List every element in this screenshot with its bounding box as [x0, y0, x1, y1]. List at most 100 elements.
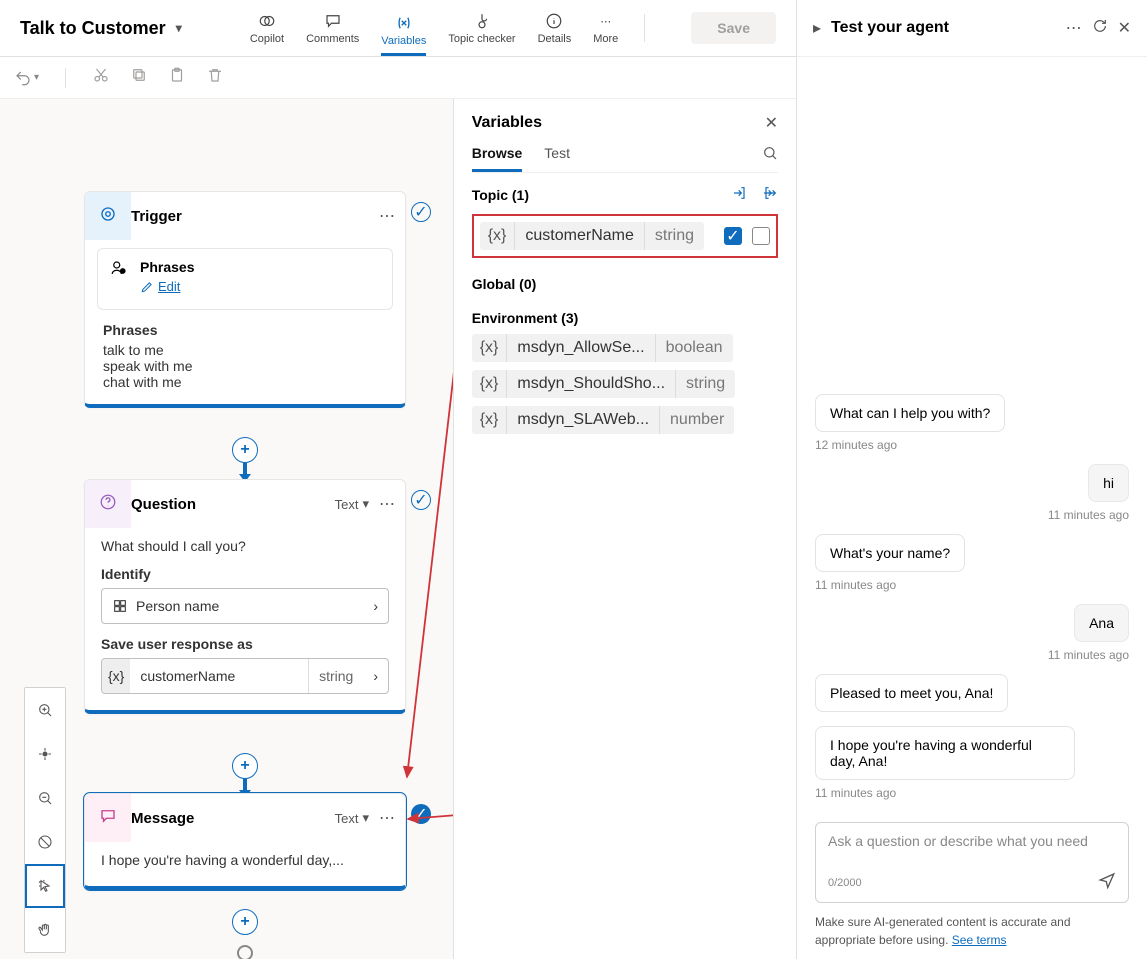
save-as-field[interactable]: {x} customerName string ›	[101, 658, 389, 694]
search-icon[interactable]	[762, 145, 778, 172]
phrases-icon	[110, 259, 128, 282]
undo-button[interactable]: ▾	[14, 69, 39, 87]
return-checkbox[interactable]	[752, 227, 770, 245]
delete-icon[interactable]	[206, 66, 224, 89]
pointer-tool[interactable]	[25, 864, 65, 908]
variables-panel-title: Variables	[472, 114, 542, 132]
phrases-subcard[interactable]: Phrases Edit	[97, 248, 393, 310]
close-icon[interactable]: ✕	[765, 113, 778, 133]
env-section-header: Environment (3)	[472, 310, 778, 326]
save-button[interactable]: Save	[691, 12, 776, 44]
trigger-icon	[99, 205, 117, 228]
variable-icon: {x}	[480, 222, 516, 250]
chevron-down-icon: ▾	[176, 21, 182, 35]
copilot-icon	[257, 11, 277, 31]
identify-field[interactable]: Person name ›	[101, 588, 389, 624]
details-icon	[544, 11, 564, 31]
question-menu[interactable]: ⋯	[369, 494, 405, 514]
toolbar-variables[interactable]: Variables	[381, 13, 426, 56]
chat-input[interactable]: Ask a question or describe what you need…	[815, 822, 1129, 903]
trigger-node[interactable]: ✓ Trigger ⋯ Phrases Edit Phrases talk to…	[84, 191, 406, 408]
message-body: I hope you're having a wonderful day,...	[101, 852, 389, 868]
message-type[interactable]: Text ▾	[335, 810, 369, 826]
message-node[interactable]: ✓ Message Text ▾ ⋯ I hope you're having …	[84, 793, 406, 890]
test-panel: ▸ Test your agent ⋯ ✕ What can I help yo…	[797, 0, 1147, 959]
variable-icon: {x}	[472, 334, 508, 362]
zoom-in-button[interactable]	[25, 688, 65, 732]
add-node-button[interactable]: +	[232, 909, 258, 935]
caret-right-icon[interactable]: ▸	[813, 18, 821, 38]
pan-tool[interactable]	[25, 908, 65, 952]
chevron-right-icon: ›	[373, 598, 378, 614]
topic-section-header: Topic (1)	[472, 187, 529, 203]
message-icon	[99, 807, 117, 830]
topic-title-text: Talk to Customer	[20, 18, 166, 39]
paste-icon[interactable]	[168, 66, 186, 89]
question-prompt: What should I call you?	[101, 538, 389, 554]
node-status-icon: ✓	[411, 804, 431, 824]
chat-area: What can I help you with? 12 minutes ago…	[797, 57, 1147, 812]
topbar: Talk to Customer ▾ Copilot Comments Vari…	[0, 0, 796, 57]
bot-message: Pleased to meet you, Ana!	[815, 674, 1008, 712]
char-count: 0/2000	[828, 877, 862, 889]
canvas-tool-palette	[24, 687, 66, 953]
close-icon[interactable]: ✕	[1118, 18, 1131, 38]
variable-icon: {x}	[472, 406, 508, 434]
variables-icon	[394, 13, 414, 33]
toolbar-comments[interactable]: Comments	[306, 11, 359, 45]
node-status-icon: ✓	[411, 202, 431, 222]
flow-end-icon	[237, 945, 253, 959]
phrases-preview: Phrases talk to me speak with me chat wi…	[103, 322, 387, 390]
send-icon[interactable]	[1098, 871, 1116, 894]
global-section-header: Global (0)	[472, 276, 778, 292]
refresh-icon[interactable]	[1092, 18, 1108, 39]
toolbar-details[interactable]: Details	[538, 11, 572, 45]
env-variable-row[interactable]: {x} msdyn_AllowSe... boolean	[472, 334, 778, 362]
toolbar-copilot[interactable]: Copilot	[250, 11, 284, 45]
env-variable-row[interactable]: {x} msdyn_SLAWeb... number	[472, 406, 778, 434]
bot-message: What's your name?	[815, 534, 965, 572]
variable-icon: {x}	[472, 370, 508, 398]
footer-disclaimer: Make sure AI-generated content is accura…	[797, 913, 1147, 959]
question-type[interactable]: Text ▾	[335, 496, 369, 512]
flow-canvas[interactable]: ✓ Trigger ⋯ Phrases Edit Phrases talk to…	[0, 99, 453, 959]
return-values-icon[interactable]	[762, 185, 778, 204]
user-message: Ana	[1074, 604, 1129, 642]
toolbar-topic-checker[interactable]: Topic checker	[448, 11, 515, 45]
trigger-menu[interactable]: ⋯	[369, 206, 405, 226]
cut-icon[interactable]	[92, 66, 110, 89]
zoom-out-button[interactable]	[25, 776, 65, 820]
add-node-button[interactable]: +	[232, 753, 258, 779]
question-title: Question	[131, 496, 335, 513]
bot-message: I hope you're having a wonderful day, An…	[815, 726, 1075, 780]
topic-checker-icon	[472, 11, 492, 31]
variable-icon: {x}	[102, 659, 130, 693]
question-node[interactable]: ✓ Question Text ▾ ⋯ What should I call y…	[84, 479, 406, 714]
edit-phrases-link[interactable]: Edit	[140, 279, 180, 294]
topic-title[interactable]: Talk to Customer ▾	[20, 18, 182, 39]
chat-placeholder: Ask a question or describe what you need	[828, 833, 1116, 871]
message-menu[interactable]: ⋯	[369, 808, 405, 828]
fit-button[interactable]	[25, 732, 65, 776]
receive-checkbox[interactable]: ✓	[724, 227, 742, 245]
reset-button[interactable]	[25, 820, 65, 864]
question-icon	[99, 493, 117, 516]
bot-message: What can I help you with?	[815, 394, 1005, 432]
variables-panel: Variables ✕ Browse Test Topic (1) {x} cu…	[453, 99, 796, 959]
tab-test[interactable]: Test	[544, 145, 570, 172]
add-node-button[interactable]: +	[232, 437, 258, 463]
copy-icon[interactable]	[130, 66, 148, 89]
toolbar: Copilot Comments Variables Topic checker…	[250, 11, 776, 45]
more-icon[interactable]: ⋯	[1066, 18, 1082, 38]
comments-icon	[323, 11, 343, 31]
action-row: ▾	[0, 57, 796, 99]
env-variable-row[interactable]: {x} msdyn_ShouldSho... string	[472, 370, 778, 398]
receive-values-icon[interactable]	[732, 185, 748, 204]
tab-browse[interactable]: Browse	[472, 145, 523, 172]
topic-variable-row[interactable]: {x} customerName string ✓	[472, 214, 778, 258]
test-panel-title: Test your agent	[831, 19, 1056, 37]
chevron-right-icon: ›	[363, 668, 388, 684]
trigger-title: Trigger	[131, 208, 369, 225]
see-terms-link[interactable]: See terms	[952, 933, 1007, 947]
toolbar-more[interactable]: ⋯ More	[593, 11, 618, 45]
